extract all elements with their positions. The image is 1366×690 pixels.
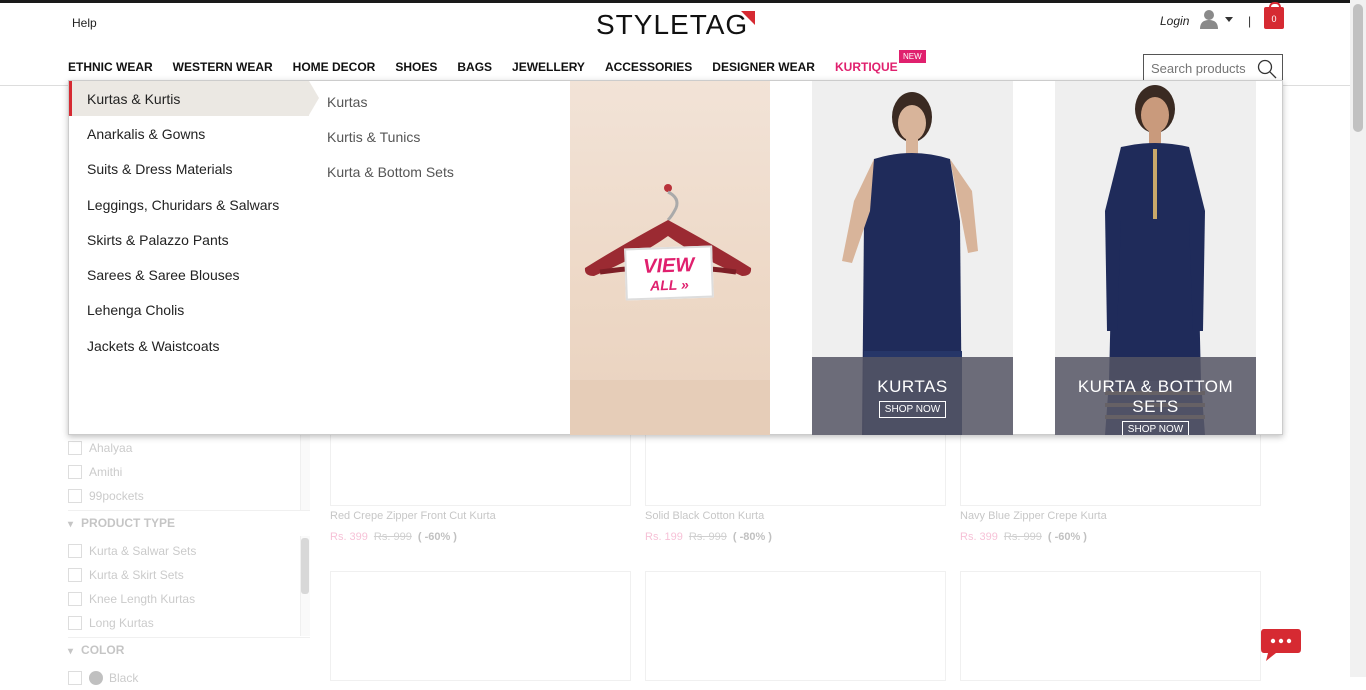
category-jackets-waistcoats[interactable]: Jackets & Waistcoats (69, 328, 309, 363)
search-icon[interactable] (1257, 59, 1277, 79)
product-card[interactable] (330, 571, 631, 681)
promo-caption: KURTA & BOTTOM SETS SHOP NOW (1055, 357, 1256, 435)
product-title[interactable]: Navy Blue Zipper Crepe Kurta (960, 510, 1107, 522)
nav-ethnic-wear[interactable]: ETHNIC WEAR (68, 60, 153, 82)
subcategory-kurta-bottom-sets[interactable]: Kurta & Bottom Sets (327, 155, 454, 190)
search-input[interactable] (1144, 55, 1254, 82)
user-icon[interactable] (1199, 9, 1219, 29)
nav-home-decor[interactable]: HOME DECOR (293, 60, 376, 82)
filter-scroll-thumb[interactable] (301, 538, 309, 594)
product-card[interactable] (645, 571, 946, 681)
brand-filter-list: Ahalyaa Amithi 99pockets (68, 436, 144, 508)
filter-scrollbar[interactable] (300, 426, 310, 510)
nav-kurtique[interactable]: KURTIQUE (835, 60, 898, 82)
checkbox[interactable] (68, 616, 82, 630)
checkbox[interactable] (68, 568, 82, 582)
product-price: Rs. 399 Rs. 999( -60% ) (330, 531, 457, 543)
chevron-down-icon[interactable] (1225, 17, 1233, 22)
nav-jewellery[interactable]: JEWELLERY (512, 60, 585, 82)
nav-shoes[interactable]: SHOES (395, 60, 437, 82)
product-title[interactable]: Red Crepe Zipper Front Cut Kurta (330, 510, 496, 522)
nav-designer-wear[interactable]: DESIGNER WEAR (712, 60, 815, 82)
shop-now-button[interactable]: SHOP NOW (1121, 421, 1190, 435)
color-filter-list: Black (68, 666, 138, 690)
nav-bags[interactable]: BAGS (457, 60, 492, 82)
promo-caption: KURTAS SHOP NOW (812, 357, 1013, 435)
subcategory-kurtas[interactable]: Kurtas (327, 84, 454, 119)
category-skirts-palazzo[interactable]: Skirts & Palazzo Pants (69, 222, 309, 257)
shop-now-button[interactable]: SHOP NOW (878, 401, 947, 418)
filter-option[interactable]: Amithi (68, 460, 144, 484)
category-lehenga-cholis[interactable]: Lehenga Cholis (69, 293, 309, 328)
product-price: Rs. 399 Rs. 999( -60% ) (960, 531, 1087, 543)
chat-icon[interactable] (1260, 627, 1302, 663)
divider (68, 510, 310, 511)
checkbox[interactable] (68, 489, 82, 503)
logo-mark-icon (741, 11, 755, 25)
main-nav: ETHNIC WEAR WESTERN WEAR HOME DECOR SHOE… (68, 60, 918, 82)
kurta-bottom-sets-promo-banner[interactable]: KURTA & BOTTOM SETS SHOP NOW (1055, 81, 1256, 435)
filter-option[interactable]: Kurta & Salwar Sets (68, 539, 196, 563)
page-scroll-thumb[interactable] (1353, 4, 1363, 132)
site-header: Help STYLETAG Login | 0 ETHNIC WEAR WEST… (0, 2, 1350, 86)
product-card[interactable] (960, 571, 1261, 681)
color-heading[interactable]: COLOR (68, 643, 124, 657)
view-all-banner[interactable]: VIEW ALL » (570, 81, 770, 435)
product-price: Rs. 199 Rs. 999( -80% ) (645, 531, 772, 543)
category-kurtas-kurtis[interactable]: Kurtas & Kurtis (69, 81, 319, 117)
filter-option[interactable]: Black (68, 666, 138, 690)
new-badge: NEW (899, 50, 926, 63)
checkbox[interactable] (68, 592, 82, 606)
nav-accessories[interactable]: ACCESSORIES (605, 60, 692, 82)
nav-western-wear[interactable]: WESTERN WEAR (173, 60, 273, 82)
category-list: Kurtas & Kurtis Anarkalis & Gowns Suits … (69, 81, 319, 363)
ethnic-wear-mega-menu: Kurtas & Kurtis Anarkalis & Gowns Suits … (68, 80, 1283, 435)
filter-option[interactable]: Long Kurtas (68, 611, 196, 635)
category-leggings-churidars[interactable]: Leggings, Churidars & Salwars (69, 187, 309, 222)
subcategory-list: Kurtas Kurtis & Tunics Kurta & Bottom Se… (327, 84, 454, 190)
cart-button[interactable]: 0 (1264, 2, 1284, 29)
category-suits-dress-materials[interactable]: Suits & Dress Materials (69, 152, 309, 187)
header-separator: | (1248, 14, 1252, 28)
filter-option[interactable]: Knee Length Kurtas (68, 587, 196, 611)
subcategory-kurtis-tunics[interactable]: Kurtis & Tunics (327, 119, 454, 154)
promo-title: KURTAS (877, 377, 948, 396)
banner-floor (570, 380, 770, 435)
product-type-filter-list: Kurta & Salwar Sets Kurta & Skirt Sets K… (68, 539, 196, 635)
filter-option[interactable]: 99pockets (68, 484, 144, 508)
divider (68, 637, 310, 638)
product-title[interactable]: Solid Black Cotton Kurta (645, 510, 764, 522)
styletag-logo[interactable]: STYLETAG (596, 9, 748, 41)
checkbox[interactable] (68, 465, 82, 479)
color-swatch (89, 671, 103, 685)
page-scrollbar[interactable] (1350, 0, 1366, 677)
search-box (1143, 54, 1283, 83)
kurtas-promo-banner[interactable]: KURTAS SHOP NOW (812, 81, 1013, 435)
promo-title: KURTA & BOTTOM SETS (1077, 377, 1234, 416)
checkbox[interactable] (68, 671, 82, 685)
category-sarees[interactable]: Sarees & Saree Blouses (69, 257, 309, 292)
view-all-tag: VIEW ALL » (624, 245, 714, 301)
category-anarkalis-gowns[interactable]: Anarkalis & Gowns (69, 116, 309, 151)
login-link[interactable]: Login (1160, 14, 1189, 28)
checkbox[interactable] (68, 441, 82, 455)
filter-option[interactable]: Ahalyaa (68, 436, 144, 460)
checkbox[interactable] (68, 544, 82, 558)
product-type-heading[interactable]: PRODUCT TYPE (68, 516, 175, 530)
filter-option[interactable]: Kurta & Skirt Sets (68, 563, 196, 587)
help-link[interactable]: Help (72, 16, 97, 30)
